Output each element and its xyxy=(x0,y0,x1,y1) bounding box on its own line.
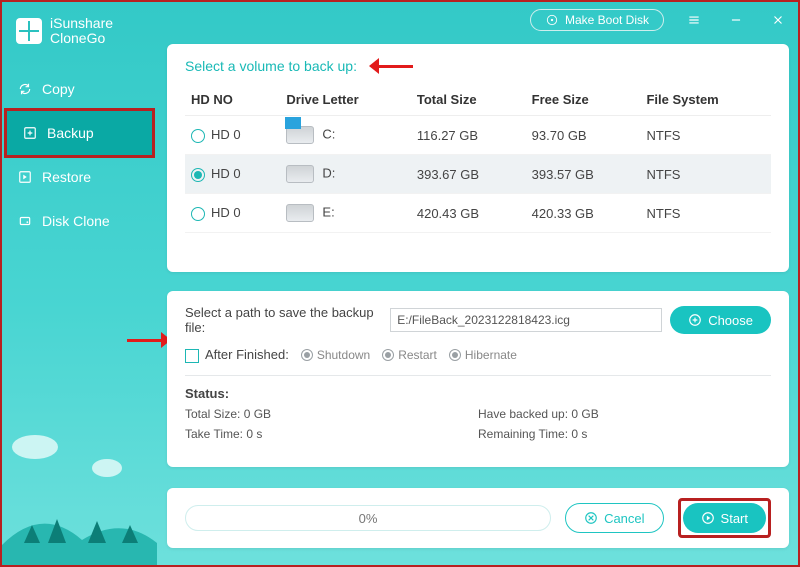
radio-icon xyxy=(449,349,461,361)
radio-icon[interactable] xyxy=(191,168,205,182)
col-hdno: HD NO xyxy=(185,84,280,116)
radio-icon xyxy=(382,349,394,361)
after-finished-checkbox[interactable] xyxy=(185,349,199,363)
close-button[interactable] xyxy=(766,8,790,32)
nav-backup[interactable]: Backup xyxy=(7,111,152,155)
menu-icon xyxy=(687,13,701,27)
col-free: Free Size xyxy=(526,84,641,116)
option-restart[interactable]: Restart xyxy=(382,348,437,362)
annotation-arrow-icon xyxy=(127,334,171,346)
volume-panel: Select a volume to back up: HD NO Drive … xyxy=(167,44,789,272)
after-finished-label: After Finished: xyxy=(205,347,289,362)
make-boot-disk-button[interactable]: Make Boot Disk xyxy=(530,9,664,31)
cancel-label: Cancel xyxy=(604,511,644,526)
titlebar: Make Boot Disk xyxy=(530,8,790,32)
plus-circle-icon xyxy=(688,313,702,327)
disk-icon xyxy=(18,214,32,228)
minimize-button[interactable] xyxy=(724,8,748,32)
nav: Copy Backup Restore Disk Clone xyxy=(2,67,157,243)
logo-icon xyxy=(16,18,42,44)
option-hibernate[interactable]: Hibernate xyxy=(449,348,517,362)
path-label: Select a path to save the backup file: xyxy=(185,305,382,335)
choose-button[interactable]: Choose xyxy=(670,306,771,334)
cancel-icon xyxy=(584,511,598,525)
status-take: Take Time: 0 s xyxy=(185,427,478,441)
app-name-2: CloneGo xyxy=(50,31,113,46)
restore-icon xyxy=(18,170,32,184)
radio-icon xyxy=(301,349,313,361)
option-shutdown[interactable]: Shutdown xyxy=(301,348,370,362)
table-row[interactable]: HD 0 E: 420.43 GB 420.33 GB NTFS xyxy=(185,194,771,233)
table-row[interactable]: HD 0 C: 116.27 GB 93.70 GB NTFS xyxy=(185,116,771,155)
plus-box-icon xyxy=(23,126,37,140)
play-circle-icon xyxy=(701,511,715,525)
radio-icon[interactable] xyxy=(191,207,205,221)
table-row[interactable]: HD 0 D: 393.67 GB 393.57 GB NTFS xyxy=(185,155,771,194)
cancel-button[interactable]: Cancel xyxy=(565,503,663,533)
destination-panel: Select a path to save the backup file: C… xyxy=(167,291,789,467)
col-fs: File System xyxy=(640,84,771,116)
annotation-arrow-icon xyxy=(369,60,413,72)
volume-table: HD NO Drive Letter Total Size Free Size … xyxy=(185,84,771,233)
start-button[interactable]: Start xyxy=(683,503,766,533)
drive-icon xyxy=(286,204,314,222)
select-volume-title: Select a volume to back up: xyxy=(185,58,357,74)
progress-bar: 0% xyxy=(185,505,551,531)
radio-icon[interactable] xyxy=(191,129,205,143)
backup-path-input[interactable] xyxy=(390,308,662,332)
choose-label: Choose xyxy=(708,313,753,328)
nav-label: Copy xyxy=(42,81,75,97)
nav-copy[interactable]: Copy xyxy=(2,67,157,111)
status-heading: Status: xyxy=(185,386,771,401)
close-icon xyxy=(771,13,785,27)
app-logo: iSunshare CloneGo xyxy=(2,2,157,57)
nav-diskclone[interactable]: Disk Clone xyxy=(2,199,157,243)
menu-button[interactable] xyxy=(682,8,706,32)
drive-icon xyxy=(286,165,314,183)
sidebar: iSunshare CloneGo Copy Backup Restore Di… xyxy=(2,2,157,565)
footer-panel: 0% Cancel Start xyxy=(167,488,789,548)
nav-label: Disk Clone xyxy=(42,213,110,229)
refresh-icon xyxy=(18,82,32,96)
app-name-1: iSunshare xyxy=(50,16,113,31)
nav-label: Backup xyxy=(47,125,94,141)
col-total: Total Size xyxy=(411,84,526,116)
status-total: Total Size: 0 GB xyxy=(185,407,478,421)
progress-value: 0% xyxy=(359,511,378,526)
col-letter: Drive Letter xyxy=(280,84,410,116)
minimize-icon xyxy=(729,13,743,27)
status-remain: Remaining Time: 0 s xyxy=(478,427,771,441)
start-label: Start xyxy=(721,511,748,526)
nav-restore[interactable]: Restore xyxy=(2,155,157,199)
drive-icon xyxy=(286,126,314,144)
status-backed: Have backed up: 0 GB xyxy=(478,407,771,421)
nav-label: Restore xyxy=(42,169,91,185)
disc-icon xyxy=(545,13,559,27)
make-boot-label: Make Boot Disk xyxy=(565,13,649,27)
